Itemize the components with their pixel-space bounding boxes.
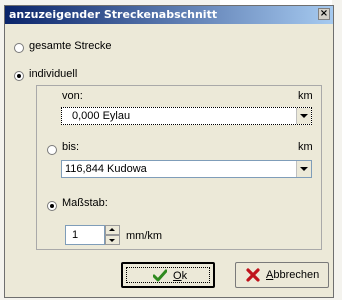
scale-input-value: 1 xyxy=(72,229,79,241)
from-select-value: 0,000 Eylau xyxy=(72,110,131,122)
chevron-down-icon[interactable] xyxy=(296,108,311,124)
radio-full-route[interactable] xyxy=(14,43,24,53)
cancel-button[interactable]: Abbrechen xyxy=(235,262,329,288)
ok-focus-rect xyxy=(126,267,210,283)
from-unit: km xyxy=(298,90,313,102)
section-dialog: anzuzeigender Streckenabschnitt × gesamt… xyxy=(4,5,334,298)
to-unit: km xyxy=(298,141,313,153)
close-button[interactable]: × xyxy=(318,8,330,20)
scale-unit: mm/km xyxy=(126,230,163,242)
spin-down-icon[interactable] xyxy=(105,235,120,245)
ok-label: Ok xyxy=(173,270,188,282)
scale-label: Maßstab: xyxy=(62,197,108,209)
from-select[interactable]: 0,000 Eylau xyxy=(61,107,312,125)
chevron-down-icon[interactable] xyxy=(296,161,311,177)
to-label: bis: xyxy=(62,141,80,153)
checkmark-icon xyxy=(153,269,167,282)
from-label: von: xyxy=(62,90,83,102)
radio-scale[interactable] xyxy=(47,201,57,211)
close-icon: × xyxy=(319,8,329,19)
spin-up-icon[interactable] xyxy=(105,225,120,235)
scale-input[interactable]: 1 xyxy=(65,225,105,245)
radio-full-route-label: gesamte Strecke xyxy=(29,40,112,52)
cancel-label: Abbrechen xyxy=(266,269,320,281)
radio-individual[interactable] xyxy=(14,71,24,81)
ok-button[interactable]: Ok xyxy=(121,262,215,288)
dialog-title: anzuzeigender Streckenabschnitt xyxy=(9,8,218,21)
cross-icon xyxy=(246,268,260,282)
to-select[interactable]: 116,844 Kudowa xyxy=(61,160,312,178)
dialog-titlebar[interactable]: anzuzeigender Streckenabschnitt × xyxy=(5,6,333,24)
to-select-value: 116,844 Kudowa xyxy=(65,163,147,175)
radio-individual-label: individuell xyxy=(29,68,78,80)
radio-to[interactable] xyxy=(47,145,57,155)
